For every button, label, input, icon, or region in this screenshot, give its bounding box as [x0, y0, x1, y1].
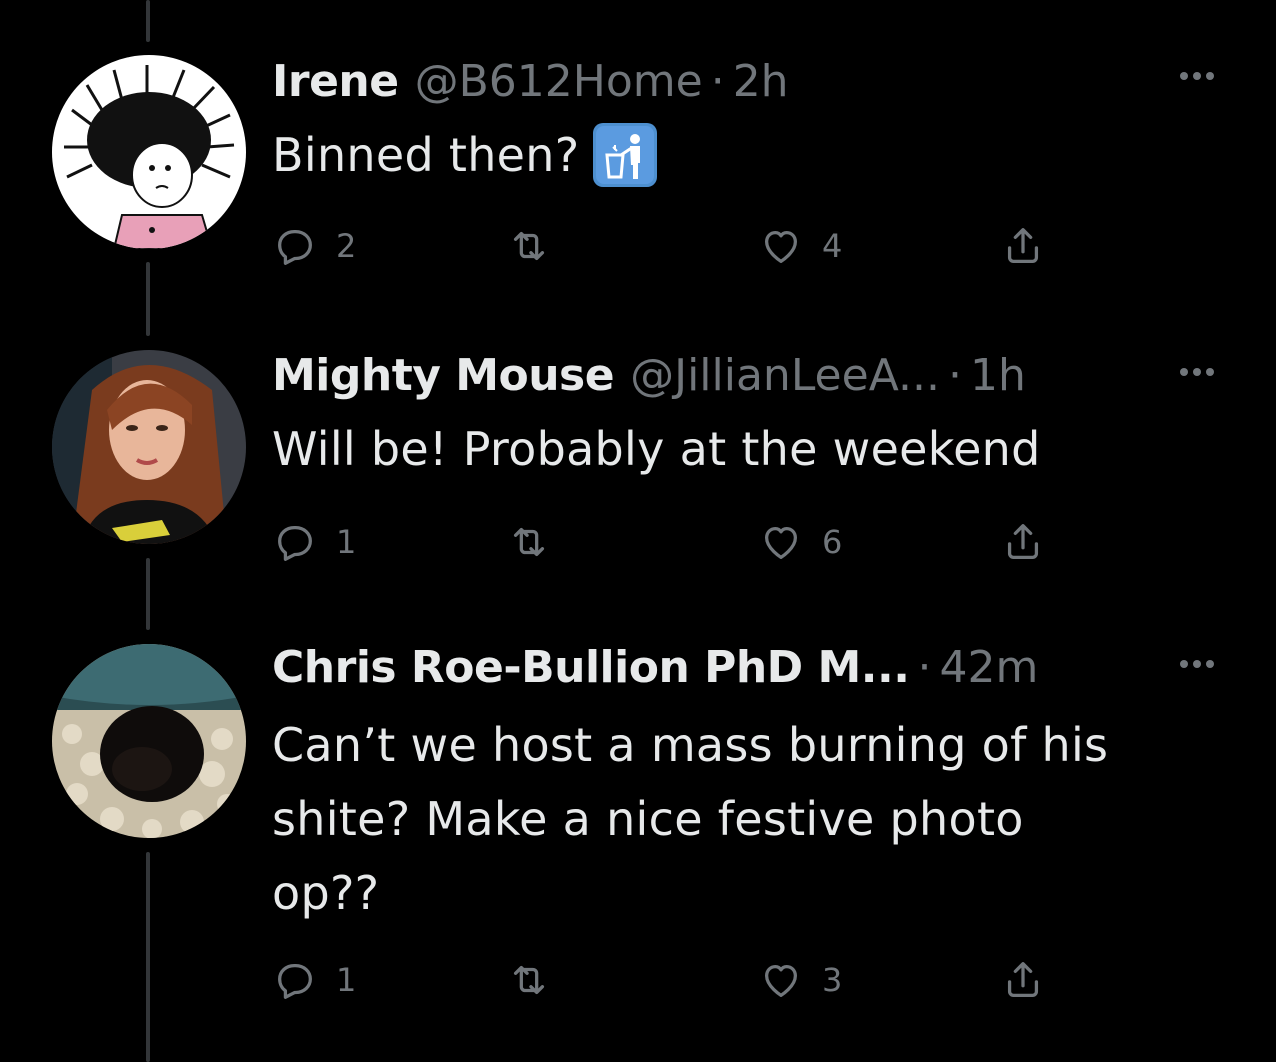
separator-dot: · — [710, 56, 725, 107]
tweet-text-line: op?? — [272, 866, 380, 920]
tweet[interactable]: Mighty Mouse @JillianLeeA... · 1h Will b… — [0, 346, 1276, 596]
tweet-text: Will be! Probably at the weekend — [272, 412, 1202, 486]
tweet-header: Irene @B612Home · 2h — [272, 52, 789, 112]
retweet-icon — [513, 527, 545, 557]
tweet-text-content: Will be! Probably at the weekend — [272, 422, 1041, 476]
thread-line — [146, 0, 150, 42]
more-icon[interactable] — [1180, 72, 1214, 80]
display-name[interactable]: Mighty Mouse — [272, 346, 615, 406]
avatar[interactable] — [52, 55, 246, 249]
tweet-actions: 1 3 — [272, 954, 1072, 1006]
retweet-button[interactable] — [506, 516, 570, 568]
tweet-header: Chris Roe-Bullion PhD M... · 42m — [272, 638, 1038, 698]
tweet[interactable]: Chris Roe-Bullion PhD M... · 42m Can’t w… — [0, 638, 1276, 1062]
share-button[interactable] — [1000, 516, 1046, 568]
reply-icon — [278, 229, 312, 265]
heart-icon — [764, 230, 798, 263]
share-icon — [1007, 228, 1039, 263]
like-count: 6 — [822, 523, 843, 561]
heart-icon — [764, 526, 798, 559]
reply-count: 1 — [336, 523, 357, 561]
avatar-image — [52, 350, 246, 544]
tweet-actions: 1 6 — [272, 516, 1072, 568]
reply-icon — [278, 963, 312, 999]
user-handle[interactable]: @JillianLeeA... — [630, 346, 940, 406]
tweet-text-line: Can’t we host a mass burning of his — [272, 718, 1109, 772]
like-button[interactable]: 6 — [758, 516, 842, 568]
timestamp[interactable]: 2h — [733, 52, 789, 112]
user-handle[interactable]: @B612Home — [415, 52, 703, 112]
tweet-text: Can’t we host a mass burning of his shit… — [272, 708, 1202, 930]
display-name[interactable]: Chris Roe-Bullion PhD M... — [272, 638, 910, 698]
more-icon[interactable] — [1180, 660, 1214, 668]
avatar[interactable] — [52, 644, 246, 838]
tweet-actions: 2 4 — [272, 220, 1072, 272]
tweet-text-content: Binned then? — [272, 128, 580, 182]
avatar-image — [52, 644, 246, 838]
tweet-text: Binned then? — [272, 118, 1202, 192]
retweet-button[interactable] — [506, 220, 570, 272]
like-count: 4 — [822, 227, 843, 265]
retweet-icon — [513, 231, 545, 261]
heart-icon — [764, 964, 798, 997]
reply-button[interactable]: 2 — [272, 220, 356, 272]
like-button[interactable]: 3 — [758, 954, 842, 1006]
separator-dot: · — [947, 350, 962, 401]
reply-count: 1 — [336, 961, 357, 999]
tweet[interactable]: Irene @B612Home · 2h Binned then? 2 4 — [0, 50, 1276, 320]
reply-count: 2 — [336, 227, 357, 265]
share-icon — [1007, 524, 1039, 559]
separator-dot: · — [917, 642, 932, 693]
timestamp[interactable]: 1h — [970, 346, 1026, 406]
reply-button[interactable]: 1 — [272, 516, 356, 568]
retweet-button[interactable] — [506, 954, 570, 1006]
reply-icon — [278, 525, 312, 561]
wastebasket-emoji-icon — [593, 122, 658, 187]
share-button[interactable] — [1000, 220, 1046, 272]
reply-button[interactable]: 1 — [272, 954, 356, 1006]
like-count: 3 — [822, 961, 843, 999]
more-icon[interactable] — [1180, 368, 1214, 376]
share-button[interactable] — [1000, 954, 1046, 1006]
display-name[interactable]: Irene — [272, 52, 399, 112]
share-icon — [1007, 962, 1039, 997]
avatar[interactable] — [52, 350, 246, 544]
timestamp[interactable]: 42m — [939, 638, 1038, 698]
avatar-image — [52, 55, 246, 249]
like-button[interactable]: 4 — [758, 220, 842, 272]
retweet-icon — [513, 965, 545, 995]
tweet-header: Mighty Mouse @JillianLeeA... · 1h — [272, 346, 1026, 406]
tweet-text-line: shite? Make a nice festive photo — [272, 792, 1024, 846]
